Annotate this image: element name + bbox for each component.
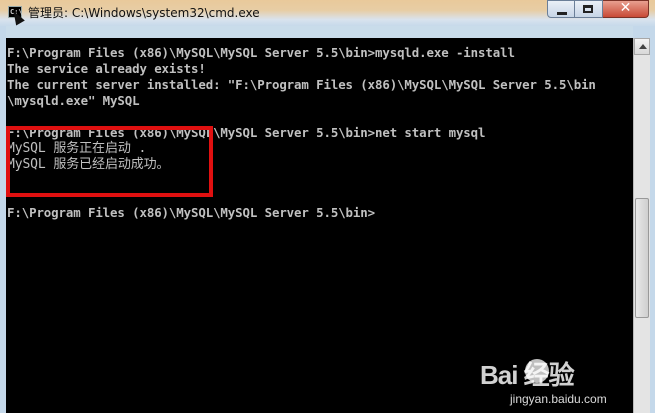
minimize-icon — [557, 12, 567, 15]
maximize-button[interactable] — [575, 0, 603, 18]
window-controls: ✕ — [547, 0, 649, 20]
scroll-thumb[interactable] — [635, 198, 649, 318]
window-title: 管理员: C:\Windows\system32\cmd.exe — [28, 6, 260, 20]
chevron-up-icon — [639, 44, 647, 49]
console-line: The current server installed: "F:\Progra… — [7, 77, 596, 92]
close-button[interactable]: ✕ — [603, 0, 649, 18]
maximize-icon — [583, 5, 593, 13]
red-highlight-box — [6, 126, 213, 197]
scroll-up-button[interactable] — [634, 38, 650, 55]
minimize-button[interactable] — [547, 0, 575, 18]
paw-icon — [525, 359, 549, 383]
console-line: The service already exists! — [7, 61, 206, 76]
close-icon: ✕ — [619, 0, 632, 16]
title-bar[interactable]: C:\ 管理员: C:\Windows\system32\cmd.exe ✕ — [0, 0, 655, 26]
baidu-jingyan-watermark: Bai 经验 jingyan.baidu.com — [470, 355, 640, 410]
console-line: \mysqld.exe" MySQL — [7, 93, 140, 108]
console-line: F:\Program Files (x86)\MySQL\MySQL Serve… — [7, 45, 515, 60]
watermark-site: jingyan.baidu.com — [510, 392, 607, 406]
console-line: F:\Program Files (x86)\MySQL\MySQL Serve… — [7, 205, 375, 220]
